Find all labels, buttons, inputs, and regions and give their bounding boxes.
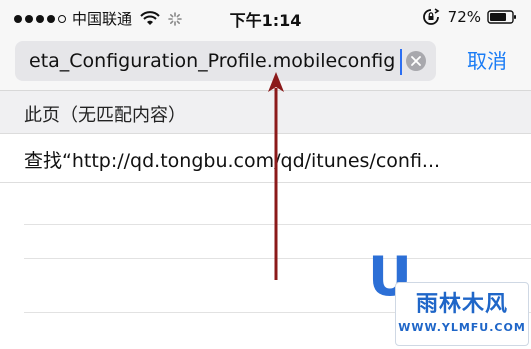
find-on-page-label: 查找“http://qd.tongbu.com/qd/itunes/confi.… — [24, 150, 441, 172]
clear-search-button[interactable] — [406, 51, 426, 71]
battery-percent: 72% — [447, 8, 481, 26]
cancel-button[interactable]: 取消 — [467, 45, 507, 74]
watermark-url: WWW.YLMFU.COM — [398, 321, 526, 334]
search-input-text: eta_Configuration_Profile.mobileconfig — [29, 50, 396, 72]
status-bar: 中国联通 下午1:14 72% — [0, 0, 531, 34]
battery-icon — [487, 10, 516, 24]
text-cursor — [400, 49, 402, 75]
watermark-logo: 雨林木风 — [415, 292, 508, 317]
search-bar: eta_Configuration_Profile.mobileconfig 取… — [0, 34, 531, 91]
find-on-page-item[interactable]: 查找“http://qd.tongbu.com/qd/itunes/confi.… — [0, 134, 531, 183]
watermark-badge: 雨林木风 WWW.YLMFU.COM — [395, 282, 529, 346]
orientation-lock-icon — [422, 8, 440, 25]
list-divider — [24, 224, 531, 225]
list-divider — [24, 258, 531, 259]
on-page-section-header: 此页（无匹配内容） — [0, 91, 531, 134]
close-icon — [411, 56, 421, 66]
search-input[interactable]: eta_Configuration_Profile.mobileconfig — [15, 41, 436, 81]
status-right: 72% — [422, 8, 517, 26]
on-page-no-match-label: 此页（无匹配内容） — [24, 105, 186, 126]
